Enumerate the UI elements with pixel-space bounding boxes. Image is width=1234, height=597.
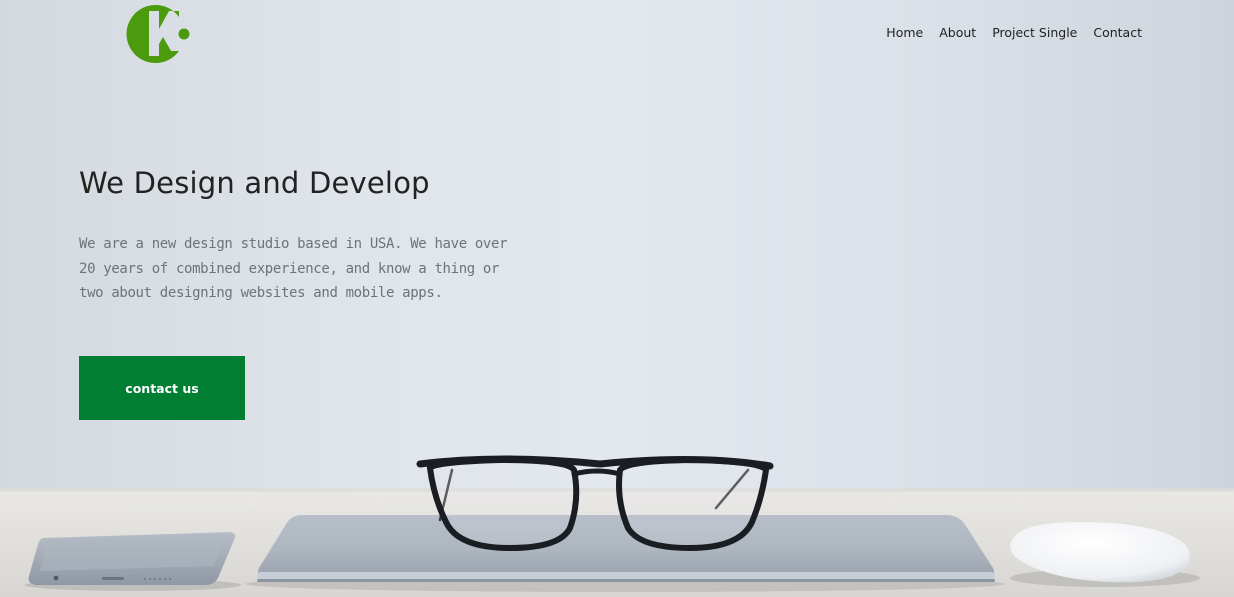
contact-us-button[interactable]: contact us xyxy=(79,356,245,420)
logo-c-shape xyxy=(126,4,179,63)
phone-image xyxy=(25,532,241,591)
nav-contact-link[interactable]: Contact xyxy=(1085,25,1150,41)
ck-logo-icon[interactable] xyxy=(126,1,192,67)
logo-dot xyxy=(178,28,190,40)
hero-section: Home About Project Single Contact We Des… xyxy=(0,0,1234,597)
nav-about-link[interactable]: About xyxy=(931,25,984,41)
main-nav: Home About Project Single Contact xyxy=(878,25,1150,41)
hero-description: We are a new design studio based in USA.… xyxy=(79,236,508,301)
nav-project-single-link[interactable]: Project Single xyxy=(984,25,1085,41)
hero-title: We Design and Develop xyxy=(79,166,430,200)
nav-home-link[interactable]: Home xyxy=(878,25,931,41)
